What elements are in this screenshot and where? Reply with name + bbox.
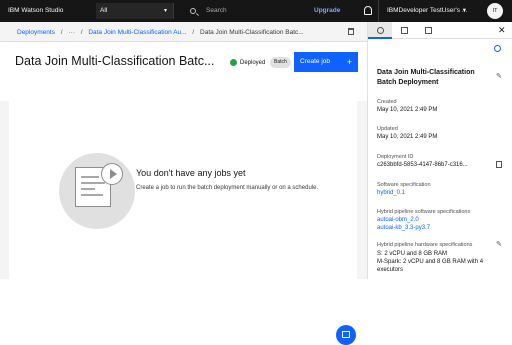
- breadcrumb-model[interactable]: Data Join Multi-Classification Au...: [88, 29, 186, 36]
- details-side-panel: ✕ Data Join Multi-Classification Batch D…: [367, 22, 512, 279]
- chevron-down-icon: ▾: [163, 8, 167, 14]
- hybrid-software-link[interactable]: autoai-kb_3.3-py3.7: [377, 225, 430, 231]
- created-value: May 10, 2021 2:49 PM: [377, 107, 438, 113]
- hybrid-hardware-line: executors: [377, 267, 404, 273]
- breadcrumb: Deployments / ··· / Data Join Multi-Clas…: [17, 25, 308, 41]
- software-spec-label: Software specification: [377, 182, 431, 188]
- tab-information[interactable]: [368, 22, 392, 39]
- avatar[interactable]: IT: [487, 3, 503, 19]
- search-scope-value: All: [100, 7, 108, 14]
- status-indicator: Deployed: [230, 58, 265, 68]
- deployment-id-value: c263bbfd-5853-4147-86b7-c316...: [377, 162, 468, 168]
- check-circle-icon: [230, 58, 237, 66]
- edit-icon[interactable]: ✎: [496, 72, 502, 80]
- page-title: Data Join Multi-Classification Batc...: [15, 54, 215, 68]
- search-placeholder: Search: [206, 7, 227, 14]
- search-scope-dropdown[interactable]: All ▾: [96, 3, 174, 19]
- create-job-label: Create job: [300, 58, 330, 65]
- breadcrumb-overflow[interactable]: ···: [68, 29, 75, 36]
- product-name[interactable]: IBM Watson Studio: [8, 0, 63, 22]
- copy-icon[interactable]: [496, 161, 502, 168]
- deployment-id-label: Deployment ID: [377, 154, 414, 160]
- panel-title: Data Join Multi-Classification Batch Dep…: [377, 69, 475, 86]
- settings-icon[interactable]: [494, 45, 501, 52]
- breadcrumb-separator: /: [80, 29, 83, 36]
- document-icon: [401, 27, 408, 34]
- breadcrumb-separator: /: [192, 29, 195, 36]
- deployment-type-tag: Batch: [270, 57, 291, 68]
- account-switcher[interactable]: IBMDeveloper TestUser's ... ▾: [378, 0, 470, 22]
- create-job-button[interactable]: Create job +: [294, 52, 358, 72]
- breadcrumb-current: Data Join Multi-Classification Batc...: [200, 29, 304, 36]
- main-content: Deployments / ··· / Data Join Multi-Clas…: [0, 22, 367, 345]
- top-navigation-bar: IBM Watson Studio All ▾ Search Upgrade I…: [0, 0, 512, 22]
- account-name: IBMDeveloper TestUser's ...: [387, 7, 468, 14]
- created-label: Created: [377, 99, 397, 105]
- empty-state-description: Create a job to run the batch deployment…: [136, 185, 319, 191]
- panel-tabs: ✕: [368, 22, 512, 39]
- play-icon: [101, 163, 123, 185]
- updated-label: Updated: [377, 126, 398, 132]
- close-icon[interactable]: ✕: [498, 25, 506, 36]
- hybrid-hardware-label: Hybrid pipeline hardware specifications: [377, 242, 473, 248]
- breadcrumb-deployments[interactable]: Deployments: [17, 29, 55, 36]
- plus-icon: +: [346, 57, 352, 67]
- updated-value: May 10, 2021 2:49 PM: [377, 134, 438, 140]
- delete-icon[interactable]: [348, 28, 354, 35]
- hybrid-software-link[interactable]: autoai-obm_2.0: [377, 217, 419, 223]
- status-text: Deployed: [240, 60, 266, 66]
- chat-button[interactable]: [336, 325, 356, 345]
- hybrid-hardware-line: M-Spark: 2 vCPU and 8 GB RAM with 4: [377, 259, 484, 265]
- chat-icon: [342, 331, 350, 338]
- copy-icon: [425, 27, 432, 34]
- info-icon: [377, 27, 384, 34]
- jobs-empty-state: You don't have any jobs yet Create a job…: [9, 97, 357, 345]
- empty-jobs-illustration: [59, 153, 135, 229]
- hybrid-hardware-line: S: 2 vCPU and 8 GB RAM: [377, 251, 448, 257]
- hybrid-software-label: Hybrid pipeline software specifications: [377, 209, 471, 215]
- edit-icon[interactable]: ✎: [496, 240, 502, 248]
- tab-copy[interactable]: [416, 22, 440, 39]
- software-spec-link[interactable]: hybrid_0.1: [377, 190, 405, 196]
- search-icon: [190, 8, 196, 14]
- search-input[interactable]: Search: [180, 3, 300, 19]
- empty-state-title: You don't have any jobs yet: [136, 168, 246, 178]
- chevron-down-icon: ▾: [462, 7, 466, 14]
- notification-bell-icon[interactable]: [364, 6, 372, 15]
- tab-documents[interactable]: [392, 22, 416, 39]
- upgrade-link[interactable]: Upgrade: [314, 0, 340, 22]
- breadcrumb-separator: /: [60, 29, 63, 36]
